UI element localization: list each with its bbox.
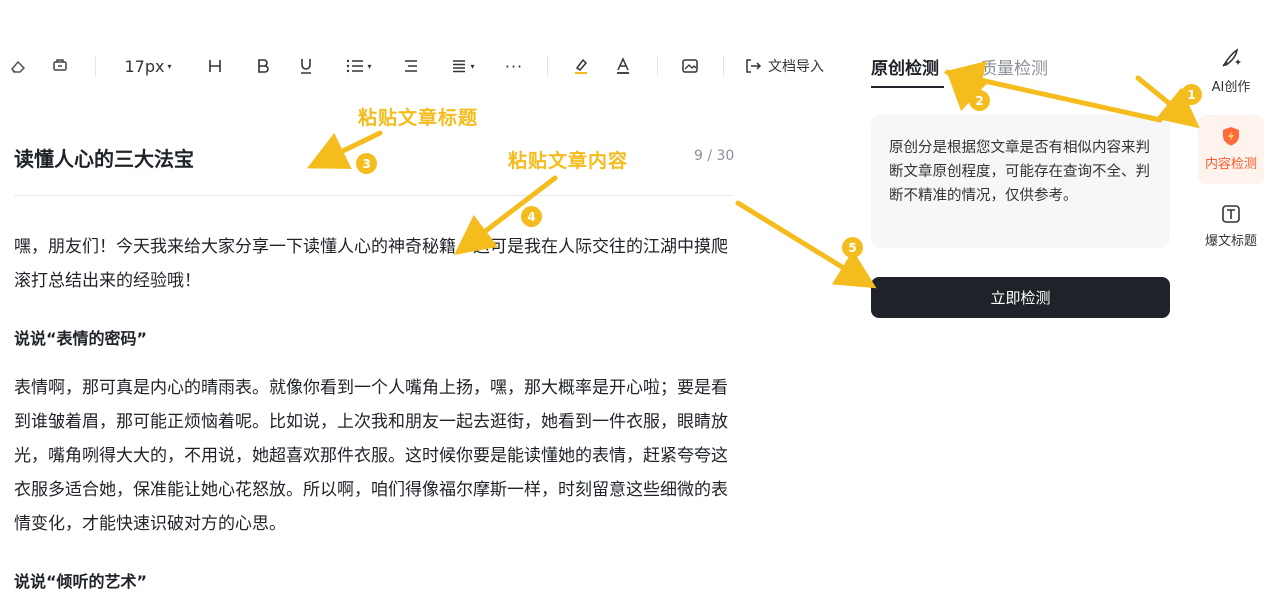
rail-label: AI创作	[1211, 80, 1251, 95]
originality-info-box: 原创分是根据您文章是否有相似内容来判断文章原创程度，可能存在查询不全、判断不精准…	[871, 114, 1170, 248]
bold-icon	[258, 59, 269, 73]
ai-pen-icon	[1222, 48, 1241, 67]
step-badge-1: 1	[1181, 84, 1202, 105]
text-box-icon	[1222, 205, 1240, 223]
shield-icon	[1223, 127, 1239, 146]
rail-item-ai-create[interactable]: AI创作	[1200, 46, 1262, 95]
indent-icon	[405, 60, 417, 72]
check-now-button[interactable]: 立即检测	[871, 277, 1170, 318]
step-badge-4: 4	[521, 206, 542, 227]
title-char-counter: 9 / 30	[694, 148, 735, 164]
chevron-down-icon: ▾	[167, 61, 172, 71]
font-size-value: 17px	[124, 56, 165, 76]
tab-originality-check[interactable]: 原创检测	[871, 54, 939, 79]
font-color-button[interactable]	[612, 52, 634, 80]
toolbar-divider	[547, 56, 548, 76]
indent-button[interactable]	[400, 52, 422, 80]
import-doc-button[interactable]: 文档导入	[744, 52, 832, 80]
article-paragraph[interactable]: 嘿，朋友们！今天我来给大家分享一下读懂人心的神奇秘籍，这可是我在人际交往的江湖中…	[14, 230, 736, 298]
eraser-button[interactable]	[6, 52, 30, 80]
font-size-select[interactable]: 17px ▾	[116, 52, 180, 80]
tab-quality-check[interactable]: 质量检测	[980, 54, 1048, 79]
eraser-icon	[11, 60, 26, 73]
annotation-paste-content: 粘贴文章内容	[508, 150, 629, 172]
format-painter-icon	[53, 59, 67, 71]
heading-icon	[209, 60, 221, 72]
list-icon	[347, 59, 364, 73]
annotation-paste-title: 粘贴文章标题	[358, 107, 479, 129]
underline-button[interactable]	[295, 52, 317, 80]
toolbar-divider	[723, 56, 724, 76]
align-button[interactable]: ▾	[446, 52, 480, 80]
image-button[interactable]	[679, 52, 701, 80]
list-button[interactable]: ▾	[342, 52, 376, 80]
rail-label: 爆文标题	[1204, 234, 1257, 249]
image-icon	[682, 59, 698, 73]
more-button[interactable]: ···	[502, 52, 526, 80]
bold-button[interactable]	[252, 52, 274, 80]
step-badge-2: 2	[969, 90, 990, 111]
article-subheading[interactable]: 说说“倾听的艺术”	[14, 568, 147, 592]
underline-icon	[301, 59, 311, 74]
import-icon	[746, 59, 762, 73]
article-subheading[interactable]: 说说“表情的密码”	[14, 325, 147, 349]
toolbar-divider	[657, 56, 658, 76]
annotation-arrow-2b	[945, 69, 989, 112]
rail-item-hot-title[interactable]: 爆文标题	[1200, 204, 1262, 249]
article-paragraph[interactable]: 表情啊，那可真是内心的晴雨表。就像你看到一个人嘴角上扬，嘿，那大概率是开心啦；要…	[14, 371, 736, 541]
step-badge-5: 5	[842, 237, 863, 258]
more-icon: ···	[504, 56, 524, 76]
heading-button[interactable]	[204, 52, 226, 80]
rail-item-content-check[interactable]: 内容检测	[1200, 125, 1262, 172]
active-tab-indicator	[871, 86, 944, 88]
import-doc-label: 文档导入	[768, 59, 824, 75]
highlighter-icon	[575, 58, 588, 74]
article-title-input[interactable]: 读懂人心的三大法宝	[14, 143, 194, 172]
highlight-button[interactable]	[570, 52, 592, 80]
chevron-down-icon: ▾	[470, 61, 475, 71]
title-divider	[14, 195, 734, 196]
toolbar-divider	[95, 56, 96, 76]
step-badge-3: 3	[356, 153, 377, 174]
align-icon	[453, 60, 466, 73]
font-color-icon	[617, 57, 629, 74]
chevron-down-icon: ▾	[367, 61, 372, 71]
originality-info-text: 原创分是根据您文章是否有相似内容来判断文章原创程度，可能存在查询不全、判断不精准…	[889, 140, 1150, 204]
rail-label: 内容检测	[1204, 157, 1257, 172]
format-painter-button[interactable]	[48, 52, 72, 80]
